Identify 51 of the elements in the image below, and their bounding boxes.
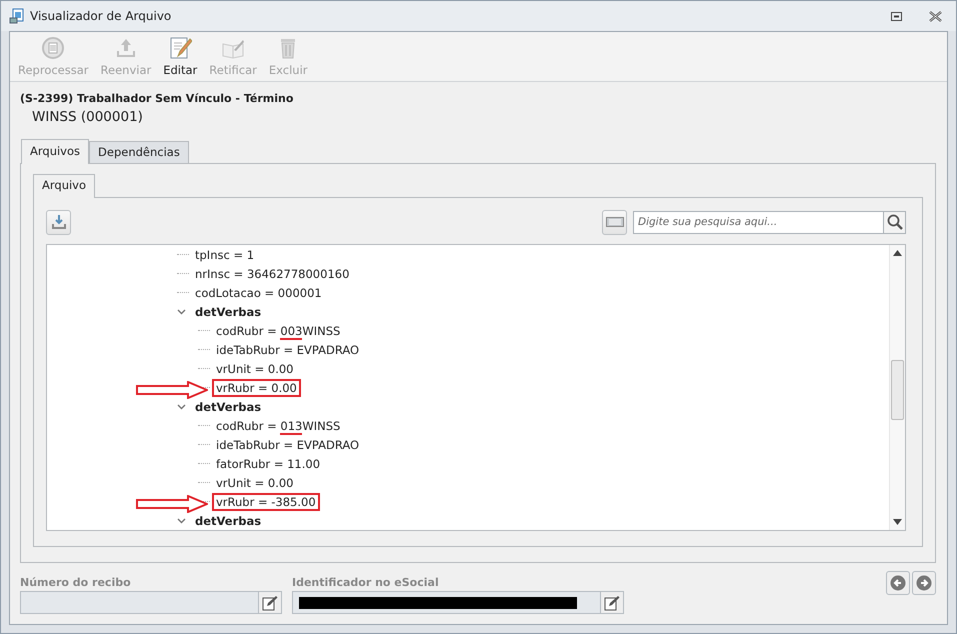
tree-node[interactable]: vrRubr = -385.00 <box>212 492 320 510</box>
tree-node[interactable]: vrUnit = 0.00 <box>212 360 298 378</box>
tree-node[interactable]: fatorRubr = 11.00 <box>212 454 324 472</box>
tree-node[interactable]: codRubr = 003WINSS <box>212 322 344 340</box>
tree-node[interactable]: codRubr = 013WINSS <box>212 416 344 434</box>
tree-node[interactable]: vrRubr = 0.00 <box>212 378 301 396</box>
download-button[interactable] <box>46 210 71 234</box>
field-label: Número do recibo <box>20 575 132 589</box>
tree-node[interactable]: tpInsc = 1 <box>191 246 258 264</box>
edit-button[interactable] <box>601 591 624 614</box>
next-button[interactable] <box>912 571 936 595</box>
tree-node[interactable]: vrUnit = 0.00 <box>212 474 298 492</box>
scroll-up-icon[interactable] <box>893 250 902 256</box>
document-pencil-icon <box>168 36 192 60</box>
xml-icon <box>606 217 624 227</box>
tree-node[interactable]: nrInsc = 36462778000160 <box>191 264 354 282</box>
chevron-down-icon[interactable] <box>177 516 186 525</box>
text-field[interactable] <box>20 591 259 614</box>
search-field[interactable]: Digite sua pesquisa aqui... <box>633 210 883 234</box>
event-title: (S-2399) Trabalhador Sem Vínculo - Término <box>20 92 294 105</box>
close-icon[interactable] <box>929 10 942 22</box>
text-field[interactable] <box>292 591 601 614</box>
scroll-thumb[interactable] <box>891 360 904 420</box>
edit-button[interactable] <box>259 591 282 614</box>
scroll-down-icon[interactable] <box>893 519 902 525</box>
field-label: Identificador no eSocial <box>292 575 440 589</box>
search-button[interactable] <box>883 210 906 234</box>
search-icon <box>886 214 902 230</box>
document-icon <box>9 8 25 24</box>
xml-button[interactable] <box>602 210 627 234</box>
edit-button[interactable]: Editar <box>157 36 204 81</box>
tree-node[interactable]: ideTabRubr = EVPADRAO <box>212 340 364 358</box>
chevron-down-icon[interactable] <box>177 402 186 411</box>
employer-name: WINSS (000001) <box>31 108 144 125</box>
chevron-down-icon[interactable] <box>177 307 186 316</box>
tab[interactable]: Arquivo <box>33 174 96 198</box>
tree-node[interactable]: detVerbas <box>191 398 266 416</box>
tab[interactable]: Arquivos <box>21 139 90 164</box>
edit-icon <box>604 594 620 610</box>
restore-icon[interactable] <box>891 12 902 20</box>
tree-node[interactable]: ideTabRubr = EVPADRAO <box>212 436 364 454</box>
tree-node[interactable]: detVerbas <box>191 512 266 530</box>
tree-node[interactable]: detVerbas <box>191 302 266 320</box>
window-title: Visualizador de Arquivo <box>30 9 172 23</box>
edit-icon <box>262 594 278 610</box>
tree-node[interactable]: codLotacao = 000001 <box>191 284 326 302</box>
tab[interactable]: Dependências <box>89 141 189 163</box>
previous-button[interactable] <box>886 571 910 595</box>
download-icon <box>50 214 66 230</box>
scrollbar[interactable] <box>889 245 905 530</box>
calculator-icon <box>41 36 66 60</box>
